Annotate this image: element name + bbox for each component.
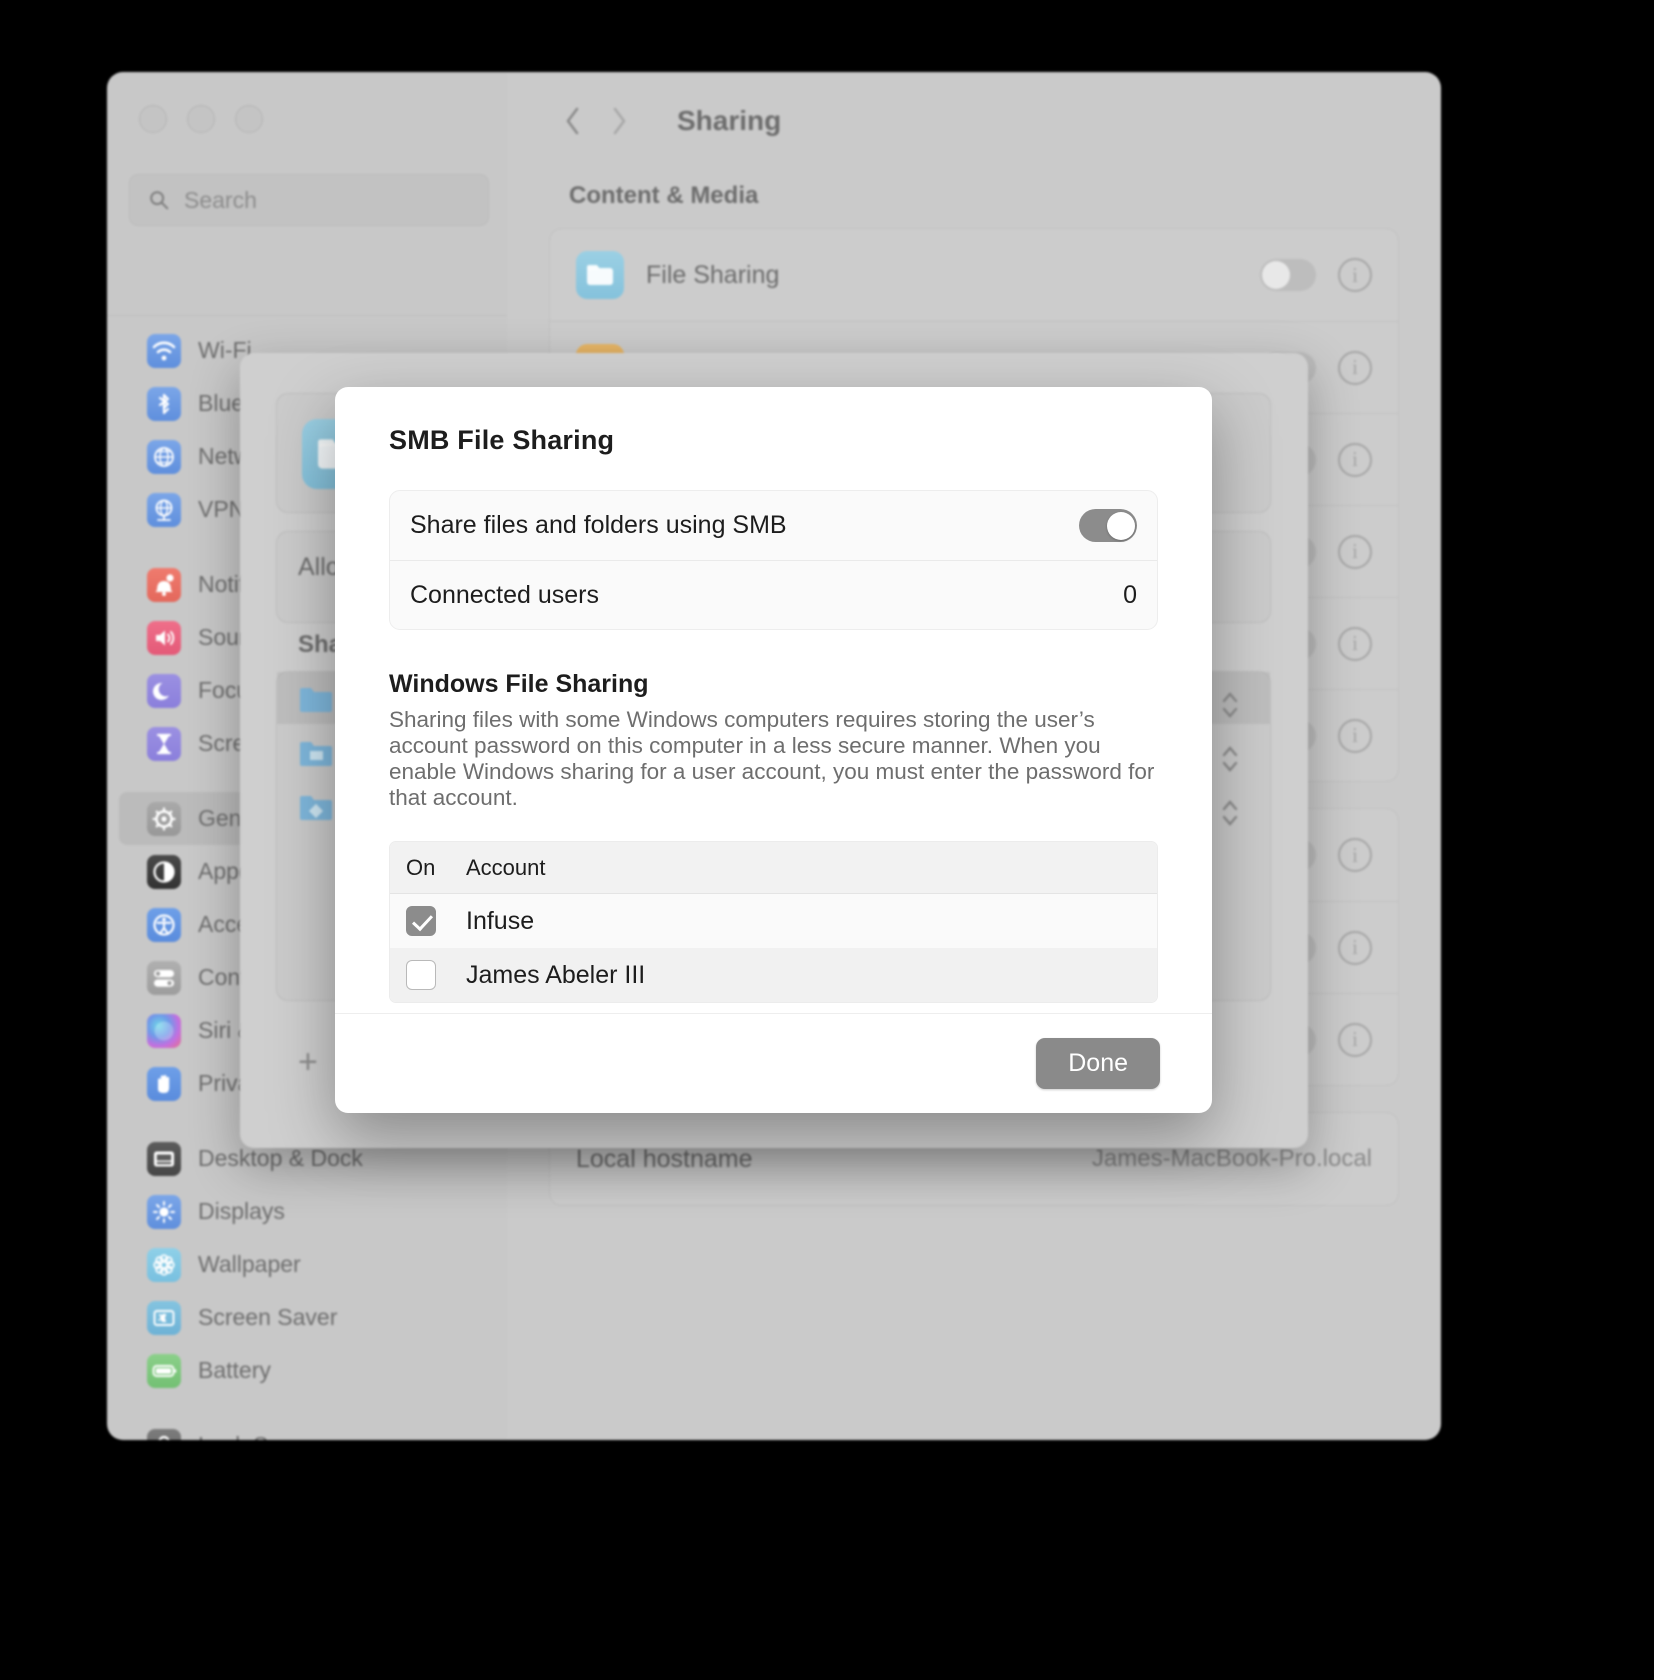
share-files-row[interactable]: Share files and folders using SMB [390, 491, 1157, 560]
stepper-icon-1[interactable] [1215, 683, 1245, 727]
bell-icon [147, 567, 181, 602]
sidebar-item-lock-screen[interactable]: Lock Screen [119, 1419, 495, 1440]
windows-file-sharing-title: Windows File Sharing [389, 670, 649, 698]
done-button[interactable]: Done [1036, 1038, 1160, 1089]
settings-row[interactable]: File Sharing i [550, 229, 1398, 321]
bluetooth-icon [147, 386, 181, 421]
navigation-bar: Sharing [549, 72, 1399, 138]
gear-icon [147, 801, 181, 836]
siri-icon [147, 1013, 181, 1048]
account-name: Infuse [466, 906, 535, 935]
stepper-icon-2[interactable] [1215, 737, 1245, 781]
folder-icon-movies [300, 742, 332, 766]
sidebar-group: Desktop & Dock Displays Wallpaper Screen Sa… [107, 1132, 507, 1397]
contrast-icon [147, 854, 181, 889]
sliders-icon [147, 960, 181, 995]
battery-icon [147, 1353, 181, 1388]
column-header-account: Account [466, 854, 546, 880]
sidebar-item-displays[interactable]: Displays [119, 1185, 495, 1238]
sidebar-item-wallpaper[interactable]: Wallpaper [119, 1238, 495, 1291]
hostname-label: Local hostname [576, 1144, 753, 1173]
info-icon[interactable]: i [1338, 442, 1372, 477]
account-row[interactable]: Infuse [390, 894, 1157, 949]
info-icon[interactable]: i [1338, 1022, 1372, 1057]
sidebar-divider [107, 315, 507, 316]
flower-icon [147, 1247, 181, 1282]
smb-settings-group: Share files and folders using SMB Connec… [389, 490, 1158, 630]
sidebar-item-label: VPN [198, 496, 246, 522]
hand-icon [147, 1066, 181, 1101]
hostname-value: James-MacBook-Pro.local [1091, 1145, 1372, 1172]
close-button[interactable] [139, 105, 167, 133]
smb-sheet-body: SMB File Sharing Share files and folders… [335, 387, 1212, 1013]
sidebar-item-label: Displays [198, 1198, 285, 1224]
account-checkbox[interactable] [406, 906, 436, 937]
moon-icon [147, 673, 181, 708]
info-icon[interactable]: i [1338, 534, 1372, 569]
sidebar-group: Lock ScreenTouch ID & Password [107, 1419, 507, 1440]
info-icon[interactable]: i [1338, 718, 1372, 753]
accounts-table-header: On Account [390, 842, 1157, 895]
search-placeholder: Search [184, 186, 257, 213]
info-icon[interactable]: i [1338, 350, 1372, 385]
sidebar-item-label: Screen Saver [198, 1304, 338, 1330]
speaker-icon [147, 620, 181, 655]
vpn-globe-icon [147, 492, 181, 527]
smb-file-sharing-sheet: SMB File Sharing Share files and folders… [335, 387, 1212, 1113]
globe-icon [147, 439, 181, 474]
share-files-label: Share files and folders using SMB [410, 511, 787, 539]
desktop-icon [147, 1141, 181, 1176]
zoom-button[interactable] [235, 105, 263, 133]
chevron-left-icon[interactable] [563, 104, 583, 138]
chevron-right-icon[interactable] [609, 104, 629, 138]
toggle-knob [1262, 261, 1290, 289]
info-icon[interactable]: i [1338, 838, 1372, 872]
accounts-table: On Account Infuse James Abeler III [389, 841, 1158, 1004]
smb-sheet-title: SMB File Sharing [389, 425, 615, 455]
wifi-icon [147, 333, 181, 368]
hourglass-icon [147, 726, 181, 761]
page-title: Sharing [677, 105, 782, 136]
connected-users-row: Connected users 0 [390, 560, 1157, 629]
info-icon[interactable]: i [1338, 626, 1372, 661]
search-icon [148, 189, 170, 211]
sidebar-item-screen-saver[interactable]: Screen Saver [119, 1291, 495, 1344]
sidebar-item-label: Battery [198, 1357, 271, 1383]
info-icon[interactable]: i [1338, 930, 1372, 965]
accounts-table-body: Infuse James Abeler III [390, 894, 1157, 1003]
settings-row-toggle[interactable] [1260, 259, 1316, 291]
toggle-knob [1106, 511, 1135, 540]
file-sharing-icon [576, 251, 624, 299]
account-name: James Abeler III [466, 960, 646, 989]
brightness-icon [147, 1194, 181, 1229]
windows-file-sharing-description: Sharing files with some Windows computer… [389, 707, 1155, 811]
connected-users-label: Connected users [410, 580, 600, 609]
connected-users-value: 0 [1123, 580, 1137, 609]
sidebar-item-label: Wallpaper [198, 1251, 301, 1277]
sidebar-item-label: Desktop & Dock [198, 1145, 363, 1171]
lock-icon [147, 1428, 181, 1440]
minimize-button[interactable] [187, 105, 215, 133]
settings-row-label: File Sharing [646, 260, 780, 289]
screensaver-icon [147, 1300, 181, 1335]
account-row[interactable]: James Abeler III [390, 948, 1157, 1003]
sidebar-item-label: Lock Screen [198, 1432, 326, 1440]
accessibility-icon [147, 907, 181, 942]
stepper-icon-3[interactable] [1215, 791, 1245, 835]
column-header-on: On [406, 854, 436, 880]
account-on-cell [390, 960, 466, 991]
traffic-lights [139, 105, 263, 133]
add-shared-folder-button[interactable]: + [298, 1043, 318, 1082]
sidebar-item-battery[interactable]: Battery [119, 1344, 495, 1397]
folder-icon-home [300, 688, 332, 712]
account-on-cell [390, 906, 466, 937]
info-icon[interactable]: i [1338, 258, 1372, 292]
folder-icon-public [300, 796, 332, 820]
search-field[interactable]: Search [129, 174, 489, 226]
account-checkbox[interactable] [406, 960, 436, 991]
section-title: Content & Media [569, 182, 759, 209]
share-files-toggle[interactable] [1079, 509, 1137, 542]
screen: Search Wi-FiBluetoothNetworkVPNNotificat… [0, 0, 1654, 1680]
smb-sheet-footer: Done [335, 1013, 1212, 1113]
